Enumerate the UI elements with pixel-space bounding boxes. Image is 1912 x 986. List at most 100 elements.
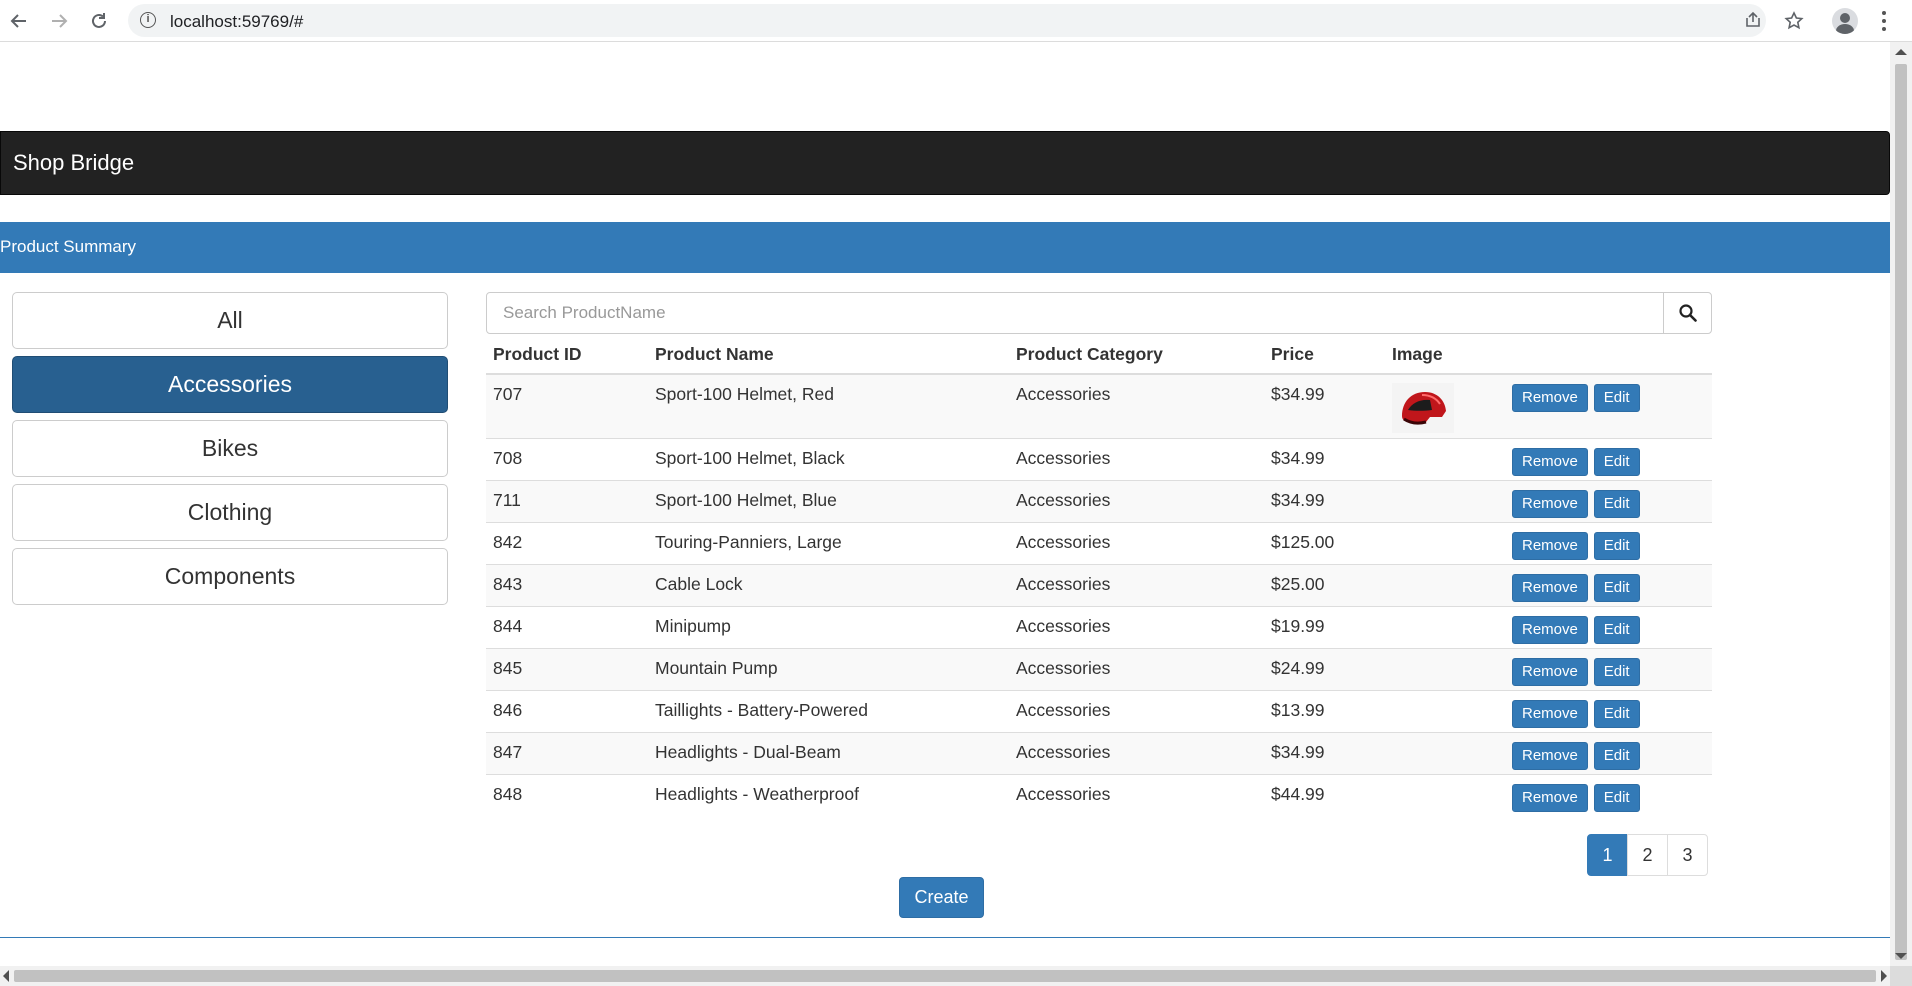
cell-product-id: 844 xyxy=(486,606,648,649)
product-table: Product ID Product Name Product Category… xyxy=(486,335,1712,816)
page-2-button[interactable]: 2 xyxy=(1627,834,1668,876)
cell-price: $34.99 xyxy=(1264,480,1385,523)
cell-image xyxy=(1385,606,1505,649)
navbar-brand[interactable]: Shop Bridge xyxy=(13,150,134,176)
vertical-scroll-thumb[interactable] xyxy=(1895,64,1907,960)
cell-product-name: Headlights - Weatherproof xyxy=(648,774,1009,816)
vertical-scrollbar[interactable] xyxy=(1890,42,1912,966)
table-header-row: Product ID Product Name Product Category… xyxy=(486,335,1712,375)
remove-button[interactable]: Remove xyxy=(1512,490,1588,518)
cell-actions: Remove Edit xyxy=(1505,438,1712,481)
forward-arrow-icon[interactable] xyxy=(45,7,73,35)
edit-button[interactable]: Edit xyxy=(1593,532,1640,560)
table-row: 844 Minipump Accessories $19.99 Remove E… xyxy=(486,606,1712,649)
cell-product-category: Accessories xyxy=(1009,522,1264,565)
remove-button[interactable]: Remove xyxy=(1512,532,1588,560)
footer-divider xyxy=(0,937,1890,938)
scroll-up-arrow-icon[interactable] xyxy=(1895,49,1907,55)
bookmark-star-icon[interactable] xyxy=(1780,7,1808,35)
cell-product-id: 846 xyxy=(486,690,648,733)
pagination: 1 2 3 xyxy=(1587,834,1708,876)
profile-icon[interactable] xyxy=(1832,8,1858,34)
share-icon[interactable] xyxy=(1742,9,1764,31)
remove-button[interactable]: Remove xyxy=(1512,448,1588,476)
table-row: 707 Sport-100 Helmet, Red Accessories $3… xyxy=(486,373,1712,439)
cell-product-category: Accessories xyxy=(1009,774,1264,816)
cell-product-id: 711 xyxy=(486,480,648,523)
horizontal-scroll-thumb[interactable] xyxy=(14,970,1876,982)
search-icon xyxy=(1679,304,1697,322)
cell-price: $34.99 xyxy=(1264,373,1385,439)
remove-button[interactable]: Remove xyxy=(1512,658,1588,686)
page-1-button[interactable]: 1 xyxy=(1587,834,1628,876)
search-input[interactable] xyxy=(486,292,1664,334)
remove-button[interactable]: Remove xyxy=(1512,384,1588,412)
header-price: Price xyxy=(1264,335,1385,375)
cell-product-category: Accessories xyxy=(1009,438,1264,481)
cell-actions: Remove Edit xyxy=(1505,774,1712,816)
cell-product-name: Minipump xyxy=(648,606,1009,649)
menu-kebab-icon[interactable] xyxy=(1877,8,1891,34)
table-row: 845 Mountain Pump Accessories $24.99 Rem… xyxy=(486,648,1712,691)
page-3-button[interactable]: 3 xyxy=(1667,834,1708,876)
category-accessories-button[interactable]: Accessories xyxy=(12,356,448,413)
table-row: 847 Headlights - Dual-Beam Accessories $… xyxy=(486,732,1712,775)
create-button[interactable]: Create xyxy=(899,877,984,918)
cell-image xyxy=(1385,690,1505,733)
scroll-down-arrow-icon[interactable] xyxy=(1895,953,1907,959)
edit-button[interactable]: Edit xyxy=(1593,574,1640,602)
edit-button[interactable]: Edit xyxy=(1593,616,1640,644)
back-arrow-icon[interactable] xyxy=(5,7,33,35)
remove-button[interactable]: Remove xyxy=(1512,784,1588,812)
panel-heading: Product Summary xyxy=(0,222,1890,273)
remove-button[interactable]: Remove xyxy=(1512,742,1588,770)
cell-image xyxy=(1385,648,1505,691)
horizontal-scrollbar[interactable] xyxy=(0,966,1890,986)
cell-image xyxy=(1385,522,1505,565)
cell-product-id: 848 xyxy=(486,774,648,816)
edit-button[interactable]: Edit xyxy=(1593,700,1640,728)
category-components-button[interactable]: Components xyxy=(12,548,448,605)
top-navbar: Shop Bridge xyxy=(0,131,1890,195)
edit-button[interactable]: Edit xyxy=(1593,658,1640,686)
cell-actions: Remove Edit xyxy=(1505,522,1712,565)
category-clothing-button[interactable]: Clothing xyxy=(12,484,448,541)
header-product-name: Product Name xyxy=(648,335,1009,375)
cell-product-id: 847 xyxy=(486,732,648,775)
category-all-button[interactable]: All xyxy=(12,292,448,349)
edit-button[interactable]: Edit xyxy=(1593,742,1640,770)
edit-button[interactable]: Edit xyxy=(1593,490,1640,518)
table-row: 711 Sport-100 Helmet, Blue Accessories $… xyxy=(486,480,1712,523)
scroll-left-arrow-icon[interactable] xyxy=(3,970,9,982)
edit-button[interactable]: Edit xyxy=(1593,448,1640,476)
remove-button[interactable]: Remove xyxy=(1512,574,1588,602)
browser-toolbar: i localhost:59769/# xyxy=(0,0,1912,42)
cell-product-category: Accessories xyxy=(1009,648,1264,691)
cell-product-category: Accessories xyxy=(1009,690,1264,733)
cell-actions: Remove Edit xyxy=(1505,606,1712,649)
address-url[interactable]: localhost:59769/# xyxy=(170,12,303,32)
scroll-right-arrow-icon[interactable] xyxy=(1881,970,1887,982)
search-button[interactable] xyxy=(1663,292,1712,334)
reload-icon[interactable] xyxy=(85,7,113,35)
cell-price: $25.00 xyxy=(1264,564,1385,607)
cell-actions: Remove Edit xyxy=(1505,648,1712,691)
scrollbar-corner xyxy=(1890,966,1912,986)
product-image-helmet xyxy=(1392,383,1454,433)
address-bar[interactable]: i localhost:59769/# xyxy=(128,4,1766,37)
cell-actions: Remove Edit xyxy=(1505,480,1712,523)
cell-product-id: 845 xyxy=(486,648,648,691)
cell-actions: Remove Edit xyxy=(1505,732,1712,775)
edit-button[interactable]: Edit xyxy=(1593,384,1640,412)
remove-button[interactable]: Remove xyxy=(1512,616,1588,644)
cell-price: $34.99 xyxy=(1264,732,1385,775)
header-product-category: Product Category xyxy=(1009,335,1264,375)
cell-product-id: 842 xyxy=(486,522,648,565)
remove-button[interactable]: Remove xyxy=(1512,700,1588,728)
edit-button[interactable]: Edit xyxy=(1593,784,1640,812)
search-group xyxy=(486,292,1712,334)
table-row: 842 Touring-Panniers, Large Accessories … xyxy=(486,522,1712,565)
category-bikes-button[interactable]: Bikes xyxy=(12,420,448,477)
cell-product-name: Sport-100 Helmet, Blue xyxy=(648,480,1009,523)
site-info-icon[interactable]: i xyxy=(140,12,156,28)
